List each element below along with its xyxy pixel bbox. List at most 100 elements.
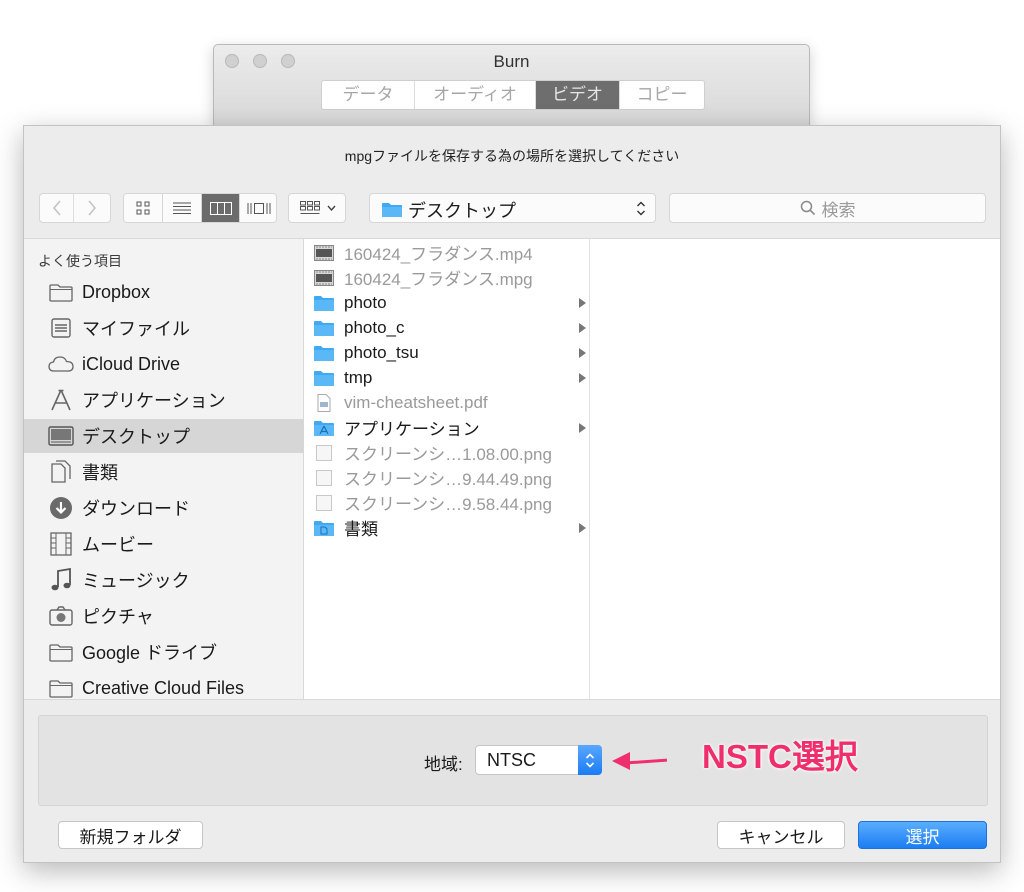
list-icon xyxy=(173,202,191,214)
burn-window: Burn データ オーディオ ビデオ コピー xyxy=(213,44,810,126)
folder-icon xyxy=(48,640,74,664)
file-name: アプリケーション xyxy=(344,420,480,439)
file-name: スクリーンシ…9.44.49.png xyxy=(344,470,552,489)
nav-buttons xyxy=(39,193,111,223)
file-name: vim-cheatsheet.pdf xyxy=(344,392,488,412)
sidebar-item-creative-cloud[interactable]: Creative Cloud Files xyxy=(24,671,304,705)
disclosure-arrow-icon xyxy=(579,522,586,533)
folder-row[interactable]: photo_tsu xyxy=(305,340,590,365)
file-name: 書類 xyxy=(344,520,378,539)
folder-row[interactable]: photo_c xyxy=(305,315,590,340)
desktop-icon xyxy=(48,424,74,448)
window-title: Burn xyxy=(493,52,530,71)
file-column: 160424_フラダンス.mp4 160424_フラダンス.mpg photo … xyxy=(305,239,590,699)
image-file-icon xyxy=(316,444,332,461)
file-name: tmp xyxy=(344,367,373,387)
file-name: 160424_フラダンス.mp4 xyxy=(344,245,533,264)
file-name: 160424_フラダンス.mpg xyxy=(344,270,533,289)
folder-row[interactable]: photo xyxy=(305,290,590,315)
file-name: photo xyxy=(344,292,387,312)
sidebar-item-desktop[interactable]: デスクトップ xyxy=(24,419,304,453)
annotation-arrow-head xyxy=(612,752,630,770)
disclosure-arrow-icon xyxy=(579,322,586,333)
documents-folder-icon xyxy=(314,520,334,536)
region-popup[interactable]: NTSC xyxy=(475,745,602,775)
list-view-button[interactable] xyxy=(163,194,202,222)
sidebar-item-label: ミュージック xyxy=(82,571,190,591)
search-field[interactable]: 検索 xyxy=(669,193,986,223)
sidebar-item-pictures[interactable]: ピクチャ xyxy=(24,599,304,633)
file-row[interactable]: 160424_フラダンス.mpg xyxy=(305,265,590,290)
new-folder-button[interactable]: 新規フォルダ xyxy=(58,821,203,849)
mode-tabs: データ オーディオ ビデオ コピー xyxy=(321,80,705,110)
sidebar-item-documents[interactable]: 書類 xyxy=(24,455,304,489)
chevron-left-icon xyxy=(52,200,61,216)
view-mode-group xyxy=(123,193,277,223)
file-row[interactable]: 160424_フラダンス.mp4 xyxy=(305,240,590,265)
cloud-icon xyxy=(48,352,74,376)
file-name: photo_c xyxy=(344,317,405,337)
cancel-button[interactable]: キャンセル xyxy=(717,821,845,849)
file-row[interactable]: スクリーンシ…1.08.00.png xyxy=(305,440,590,465)
column-view-button[interactable] xyxy=(202,194,240,222)
folder-icon xyxy=(48,280,74,304)
tab-audio[interactable]: オーディオ xyxy=(415,81,536,109)
all-files-icon xyxy=(48,316,74,340)
grid-icon xyxy=(136,201,150,215)
coverflow-view-button[interactable] xyxy=(240,194,277,222)
sidebar-item-label: Dropbox xyxy=(82,281,151,302)
icon-view-button[interactable] xyxy=(124,194,163,222)
back-button[interactable] xyxy=(40,194,74,222)
sidebar-item-label: ムービー xyxy=(82,535,154,555)
sidebar-item-downloads[interactable]: ダウンロード xyxy=(24,491,304,525)
sidebar-item-music[interactable]: ミュージック xyxy=(24,563,304,597)
folder-icon xyxy=(382,203,402,217)
pdf-file-icon xyxy=(317,393,331,412)
arrange-button[interactable] xyxy=(288,193,346,223)
arrange-grid-icon xyxy=(300,201,320,214)
image-file-icon xyxy=(316,469,332,486)
folder-row[interactable]: 書類 xyxy=(305,515,590,540)
location-popup[interactable]: デスクトップ xyxy=(369,193,656,223)
sidebar-item-label: ダウンロード xyxy=(82,499,190,519)
camera-icon xyxy=(48,604,74,628)
accessory-view: 地域: NTSC NSTC選択 xyxy=(38,715,988,806)
sidebar-item-movies[interactable]: ムービー xyxy=(24,527,304,561)
sidebar-item-label: 書類 xyxy=(82,463,118,483)
save-sheet: mpgファイルを保存する為の場所を選択してください デスクトップ 検索 よく使う… xyxy=(23,125,1001,863)
folder-icon xyxy=(48,676,74,700)
disclosure-arrow-icon xyxy=(579,372,586,383)
applications-icon xyxy=(48,388,74,412)
sidebar-item-label: アプリケーション xyxy=(82,391,226,411)
folder-row[interactable]: アプリケーション xyxy=(305,415,590,440)
tab-data[interactable]: データ xyxy=(322,81,415,109)
sidebar-item-my-files[interactable]: マイファイル xyxy=(24,311,304,345)
region-label: 地域: xyxy=(424,755,463,774)
empty-column xyxy=(591,239,1000,699)
folder-icon xyxy=(314,295,334,311)
updown-chevron-icon xyxy=(637,201,645,216)
folder-icon xyxy=(314,370,334,386)
sidebar-item-label: デスクトップ xyxy=(82,427,190,447)
file-row[interactable]: スクリーンシ…9.58.44.png xyxy=(305,490,590,515)
download-icon xyxy=(48,496,74,520)
sidebar-item-google-drive[interactable]: Google ドライブ xyxy=(24,635,304,669)
movie-icon xyxy=(48,532,74,556)
sidebar-item-applications[interactable]: アプリケーション xyxy=(24,383,304,417)
file-row[interactable]: vim-cheatsheet.pdf xyxy=(305,390,590,415)
tab-video[interactable]: ビデオ xyxy=(536,81,620,109)
location-label: デスクトップ xyxy=(408,201,516,221)
forward-button[interactable] xyxy=(75,194,109,222)
folder-row[interactable]: tmp xyxy=(305,365,590,390)
image-file-icon xyxy=(316,494,332,511)
folder-icon xyxy=(314,320,334,336)
sidebar-item-label: Google ドライブ xyxy=(82,643,218,663)
sidebar-item-label: iCloud Drive xyxy=(82,353,181,374)
sidebar-item-icloud[interactable]: iCloud Drive xyxy=(24,347,304,381)
disclosure-arrow-icon xyxy=(579,297,586,308)
columns-icon xyxy=(209,201,232,215)
tab-copy[interactable]: コピー xyxy=(620,81,704,109)
file-row[interactable]: スクリーンシ…9.44.49.png xyxy=(305,465,590,490)
sidebar-item-dropbox[interactable]: Dropbox xyxy=(24,275,304,309)
choose-button[interactable]: 選択 xyxy=(858,821,987,849)
